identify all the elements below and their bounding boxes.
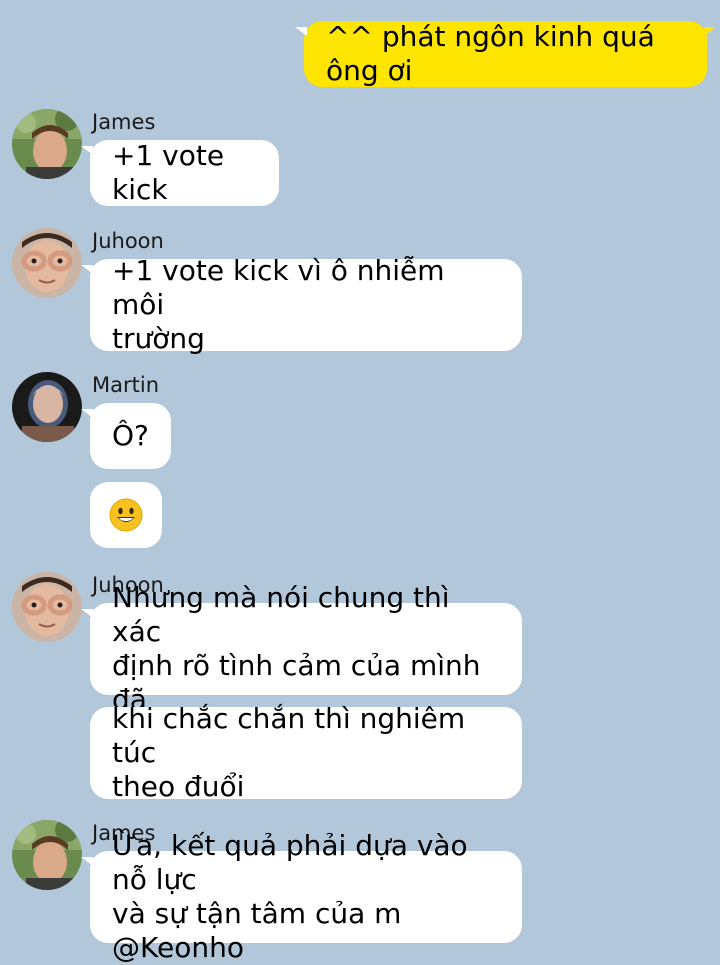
avatar-martin[interactable]: [12, 372, 82, 442]
message-bubble[interactable]: Nhưng mà nói chung thì xác định rõ tình …: [81, 581, 522, 716]
sender-name: Martin: [92, 373, 159, 397]
sender-name: Juhoon: [92, 229, 164, 253]
message-bubble[interactable]: Ô?: [81, 403, 171, 469]
message-line: Ừa, kết quả phải dựa vào nỗ lực: [112, 829, 468, 896]
sender-name: James: [92, 110, 156, 134]
message-line: và sự tận tâm của m @Keonho: [112, 897, 402, 964]
juhoon-avatar-image: [12, 572, 82, 642]
james-avatar-image: [12, 820, 82, 890]
james-avatar-image: [12, 109, 82, 179]
message-bubble[interactable]: +1 vote kick vì ô nhiễm môi trường: [81, 254, 522, 355]
message-line: +1 vote kick vì ô nhiễm môi: [112, 254, 445, 321]
message-line: theo đuổi: [112, 770, 245, 803]
chat-room: ^^ phát ngôn kinh quá ông ơi James +1 vo…: [0, 0, 720, 964]
message-text: +1 vote kick: [112, 139, 225, 206]
avatar-juhoon[interactable]: [12, 572, 82, 642]
message-bubble[interactable]: Ừa, kết quả phải dựa vào nỗ lực và sự tậ…: [81, 829, 522, 964]
message-bubble[interactable]: +1 vote kick: [81, 139, 279, 206]
message-line: Nhưng mà nói chung thì xác: [112, 581, 450, 648]
message-text: Nhưng mà nói chung thì xác định rõ tình …: [112, 581, 500, 717]
message-bubble[interactable]: khi chắc chắn thì nghiêm túc theo đuổi: [90, 702, 522, 803]
avatar-james[interactable]: [12, 109, 82, 179]
juhoon-avatar-image: [12, 228, 82, 298]
avatar-juhoon[interactable]: [12, 228, 82, 298]
emoji-message-bubble[interactable]: [90, 482, 162, 548]
message-line: khi chắc chắn thì nghiêm túc: [112, 702, 466, 769]
my-message-bubble[interactable]: ^^ phát ngôn kinh quá ông ơi: [295, 20, 716, 87]
grinning-face-emoji: [109, 498, 143, 532]
message-text: Ô?: [112, 419, 149, 452]
message-text: khi chắc chắn thì nghiêm túc theo đuổi: [112, 702, 500, 804]
avatar-james[interactable]: [12, 820, 82, 890]
message-text: +1 vote kick vì ô nhiễm môi trường: [112, 254, 500, 356]
martin-avatar-image: [12, 372, 82, 442]
message-text: Ừa, kết quả phải dựa vào nỗ lực và sự tậ…: [112, 829, 500, 965]
message-text: ^^ phát ngôn kinh quá ông ơi: [326, 20, 655, 87]
message-line: trường: [112, 322, 205, 355]
